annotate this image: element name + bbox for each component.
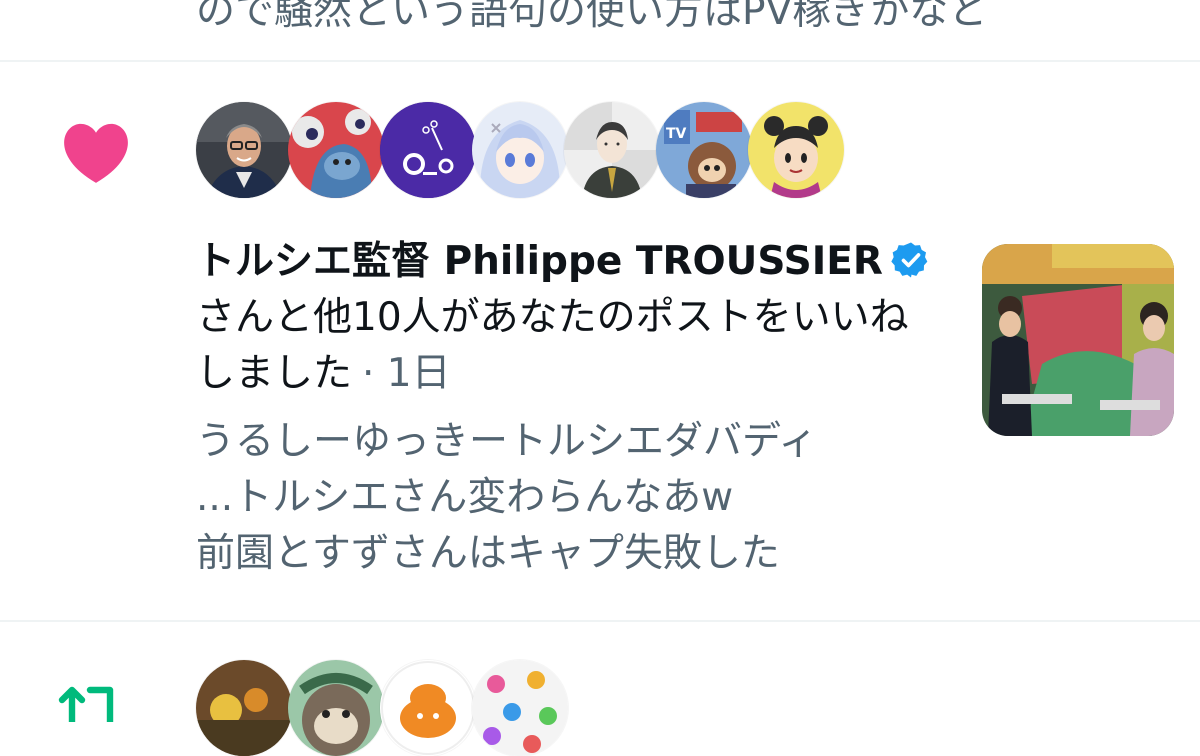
- divider: [0, 620, 1200, 622]
- avatar[interactable]: [288, 102, 384, 198]
- avatar[interactable]: [564, 102, 660, 198]
- avatar[interactable]: [196, 102, 292, 198]
- previous-notification-text[interactable]: ので騒然という語句の使い方はPV稼ぎかなと: [196, 0, 1176, 38]
- timestamp: · 1日: [362, 351, 451, 396]
- avatar[interactable]: [380, 102, 476, 198]
- notification-text[interactable]: トルシエ監督 Philippe TROUSSIER さんと他10人があなたのポス…: [196, 234, 936, 402]
- quoted-line: うるしーゆっきートルシエダバディ: [196, 419, 818, 464]
- quoted-line: ...トルシエさん変わらんなあw: [196, 475, 734, 520]
- avatar[interactable]: [196, 660, 292, 756]
- quoted-post-text[interactable]: うるしーゆっきートルシエダバディ ...トルシエさん変わらんなあw 前園とすずさ…: [196, 414, 936, 582]
- heart-icon: [64, 123, 128, 183]
- media-thumbnail[interactable]: [982, 244, 1174, 436]
- retweeter-avatars: [196, 660, 568, 756]
- avatar[interactable]: [472, 102, 568, 198]
- divider: [0, 60, 1200, 62]
- quoted-line: 前園とすずさんはキャプ失敗した: [196, 531, 780, 576]
- avatar[interactable]: [288, 660, 384, 756]
- verified-badge-icon: [891, 242, 928, 278]
- avatar[interactable]: TV: [656, 102, 752, 198]
- svg-text:TV: TV: [666, 126, 687, 142]
- liker-avatars: TV: [196, 102, 844, 198]
- retweet-icon: [58, 686, 114, 722]
- action-text: さんと他10人があなたのポストをいいねしました: [196, 295, 909, 396]
- avatar[interactable]: [472, 660, 568, 756]
- actor-name[interactable]: トルシエ監督 Philippe TROUSSIER: [196, 239, 883, 284]
- avatar[interactable]: [380, 660, 476, 756]
- avatar[interactable]: [748, 102, 844, 198]
